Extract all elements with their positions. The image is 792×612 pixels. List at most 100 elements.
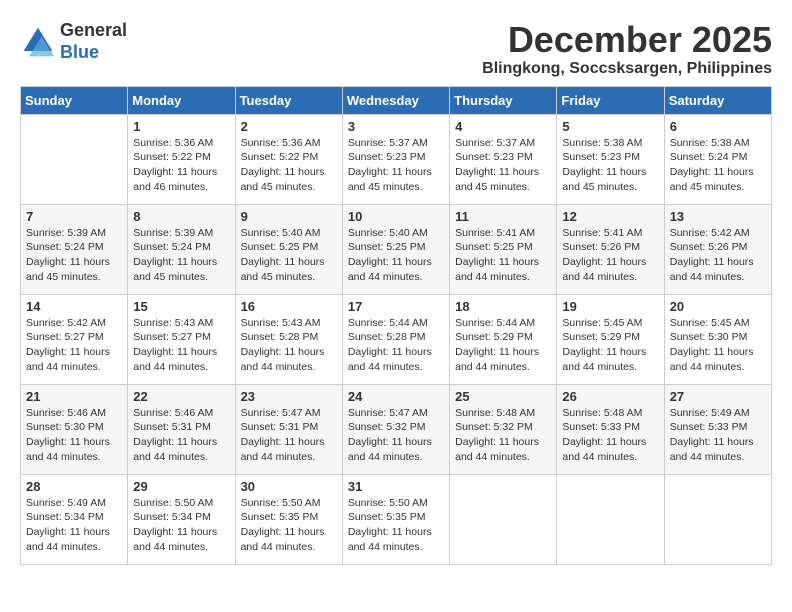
day-cell: 12 Sunrise: 5:41 AMSunset: 5:26 PMDayligh… [557,204,664,294]
day-number: 17 [348,299,444,314]
day-info: Sunrise: 5:39 AMSunset: 5:24 PMDaylight:… [26,226,122,285]
day-cell: 30 Sunrise: 5:50 AMSunset: 5:35 PMDayligh… [235,474,342,564]
day-cell: 19 Sunrise: 5:45 AMSunset: 5:29 PMDayligh… [557,294,664,384]
day-number: 7 [26,209,122,224]
day-info: Sunrise: 5:49 AMSunset: 5:33 PMDaylight:… [670,406,766,465]
day-cell: 11 Sunrise: 5:41 AMSunset: 5:25 PMDayligh… [450,204,557,294]
day-number: 24 [348,389,444,404]
day-number: 5 [562,119,658,134]
day-info: Sunrise: 5:38 AMSunset: 5:23 PMDaylight:… [562,136,658,195]
day-info: Sunrise: 5:50 AMSunset: 5:34 PMDaylight:… [133,496,229,555]
day-info: Sunrise: 5:42 AMSunset: 5:26 PMDaylight:… [670,226,766,285]
week-row-4: 21Sunrise: 5:46 AMSunset: 5:30 PMDayligh… [21,384,772,474]
day-cell: 8 Sunrise: 5:39 AMSunset: 5:24 PMDaylight… [128,204,235,294]
day-number: 11 [455,209,551,224]
day-number: 1 [133,119,229,134]
day-number: 15 [133,299,229,314]
day-cell: 26 Sunrise: 5:48 AMSunset: 5:33 PMDayligh… [557,384,664,474]
day-number: 19 [562,299,658,314]
page-header: General Blue December 2025 Blingkong, So… [20,20,772,78]
week-row-2: 7 Sunrise: 5:39 AMSunset: 5:24 PMDaylight… [21,204,772,294]
day-cell: 20Sunrise: 5:45 AMSunset: 5:30 PMDayligh… [664,294,771,384]
day-number: 25 [455,389,551,404]
logo-general-text: General [60,20,127,40]
day-info: Sunrise: 5:43 AMSunset: 5:27 PMDaylight:… [133,316,229,375]
week-row-1: 1 Sunrise: 5:36 AMSunset: 5:22 PMDaylight… [21,114,772,204]
logo: General Blue [20,20,127,63]
day-info: Sunrise: 5:36 AMSunset: 5:22 PMDaylight:… [241,136,337,195]
day-info: Sunrise: 5:37 AMSunset: 5:23 PMDaylight:… [348,136,444,195]
day-cell: 17 Sunrise: 5:44 AMSunset: 5:28 PMDayligh… [342,294,449,384]
location: Blingkong, Soccsksargen, Philippines [482,60,772,78]
title-block: December 2025 Blingkong, Soccsksargen, P… [482,20,772,78]
day-number: 27 [670,389,766,404]
calendar-body: 1 Sunrise: 5:36 AMSunset: 5:22 PMDaylight… [21,114,772,564]
day-cell: 28 Sunrise: 5:49 AMSunset: 5:34 PMDayligh… [21,474,128,564]
day-cell [664,474,771,564]
header-sunday: Sunday [21,86,128,114]
day-number: 3 [348,119,444,134]
day-number: 18 [455,299,551,314]
day-cell: 14Sunrise: 5:42 AMSunset: 5:27 PMDayligh… [21,294,128,384]
day-info: Sunrise: 5:41 AMSunset: 5:26 PMDaylight:… [562,226,658,285]
day-info: Sunrise: 5:44 AMSunset: 5:29 PMDaylight:… [455,316,551,375]
day-number: 29 [133,479,229,494]
day-info: Sunrise: 5:48 AMSunset: 5:33 PMDaylight:… [562,406,658,465]
day-info: Sunrise: 5:36 AMSunset: 5:22 PMDaylight:… [133,136,229,195]
day-cell: 4 Sunrise: 5:37 AMSunset: 5:23 PMDaylight… [450,114,557,204]
calendar-header: SundayMondayTuesdayWednesdayThursdayFrid… [21,86,772,114]
day-info: Sunrise: 5:37 AMSunset: 5:23 PMDaylight:… [455,136,551,195]
header-thursday: Thursday [450,86,557,114]
day-cell: 29 Sunrise: 5:50 AMSunset: 5:34 PMDayligh… [128,474,235,564]
day-cell: 2 Sunrise: 5:36 AMSunset: 5:22 PMDaylight… [235,114,342,204]
day-number: 12 [562,209,658,224]
day-cell: 10Sunrise: 5:40 AMSunset: 5:25 PMDayligh… [342,204,449,294]
day-info: Sunrise: 5:50 AMSunset: 5:35 PMDaylight:… [348,496,444,555]
day-number: 13 [670,209,766,224]
day-cell [557,474,664,564]
day-number: 8 [133,209,229,224]
day-cell: 13 Sunrise: 5:42 AMSunset: 5:26 PMDayligh… [664,204,771,294]
day-cell: 27 Sunrise: 5:49 AMSunset: 5:33 PMDayligh… [664,384,771,474]
day-info: Sunrise: 5:39 AMSunset: 5:24 PMDaylight:… [133,226,229,285]
day-number: 4 [455,119,551,134]
day-info: Sunrise: 5:44 AMSunset: 5:28 PMDaylight:… [348,316,444,375]
day-number: 31 [348,479,444,494]
day-info: Sunrise: 5:40 AMSunset: 5:25 PMDaylight:… [241,226,337,285]
day-number: 16 [241,299,337,314]
header-wednesday: Wednesday [342,86,449,114]
day-info: Sunrise: 5:45 AMSunset: 5:29 PMDaylight:… [562,316,658,375]
day-number: 20 [670,299,766,314]
month-title: December 2025 [482,20,772,60]
day-info: Sunrise: 5:40 AMSunset: 5:25 PMDaylight:… [348,226,444,285]
day-info: Sunrise: 5:46 AMSunset: 5:30 PMDaylight:… [26,406,122,465]
day-cell: 16 Sunrise: 5:43 AMSunset: 5:28 PMDayligh… [235,294,342,384]
day-number: 2 [241,119,337,134]
day-cell: 9 Sunrise: 5:40 AMSunset: 5:25 PMDaylight… [235,204,342,294]
day-cell: 22Sunrise: 5:46 AMSunset: 5:31 PMDayligh… [128,384,235,474]
day-cell: 18 Sunrise: 5:44 AMSunset: 5:29 PMDayligh… [450,294,557,384]
day-info: Sunrise: 5:38 AMSunset: 5:24 PMDaylight:… [670,136,766,195]
day-info: Sunrise: 5:41 AMSunset: 5:25 PMDaylight:… [455,226,551,285]
calendar-table: SundayMondayTuesdayWednesdayThursdayFrid… [20,86,772,565]
day-cell: 25 Sunrise: 5:48 AMSunset: 5:32 PMDayligh… [450,384,557,474]
day-cell: 23Sunrise: 5:47 AMSunset: 5:31 PMDayligh… [235,384,342,474]
day-info: Sunrise: 5:47 AMSunset: 5:31 PMDaylight:… [241,406,337,465]
day-cell: 24 Sunrise: 5:47 AMSunset: 5:32 PMDayligh… [342,384,449,474]
day-number: 9 [241,209,337,224]
header-row: SundayMondayTuesdayWednesdayThursdayFrid… [21,86,772,114]
header-tuesday: Tuesday [235,86,342,114]
header-saturday: Saturday [664,86,771,114]
day-info: Sunrise: 5:50 AMSunset: 5:35 PMDaylight:… [241,496,337,555]
day-info: Sunrise: 5:49 AMSunset: 5:34 PMDaylight:… [26,496,122,555]
day-cell: 31 Sunrise: 5:50 AMSunset: 5:35 PMDayligh… [342,474,449,564]
day-cell: 21Sunrise: 5:46 AMSunset: 5:30 PMDayligh… [21,384,128,474]
day-number: 28 [26,479,122,494]
day-number: 26 [562,389,658,404]
day-cell: 3 Sunrise: 5:37 AMSunset: 5:23 PMDaylight… [342,114,449,204]
day-number: 14 [26,299,122,314]
day-info: Sunrise: 5:48 AMSunset: 5:32 PMDaylight:… [455,406,551,465]
day-number: 30 [241,479,337,494]
day-info: Sunrise: 5:47 AMSunset: 5:32 PMDaylight:… [348,406,444,465]
day-info: Sunrise: 5:43 AMSunset: 5:28 PMDaylight:… [241,316,337,375]
